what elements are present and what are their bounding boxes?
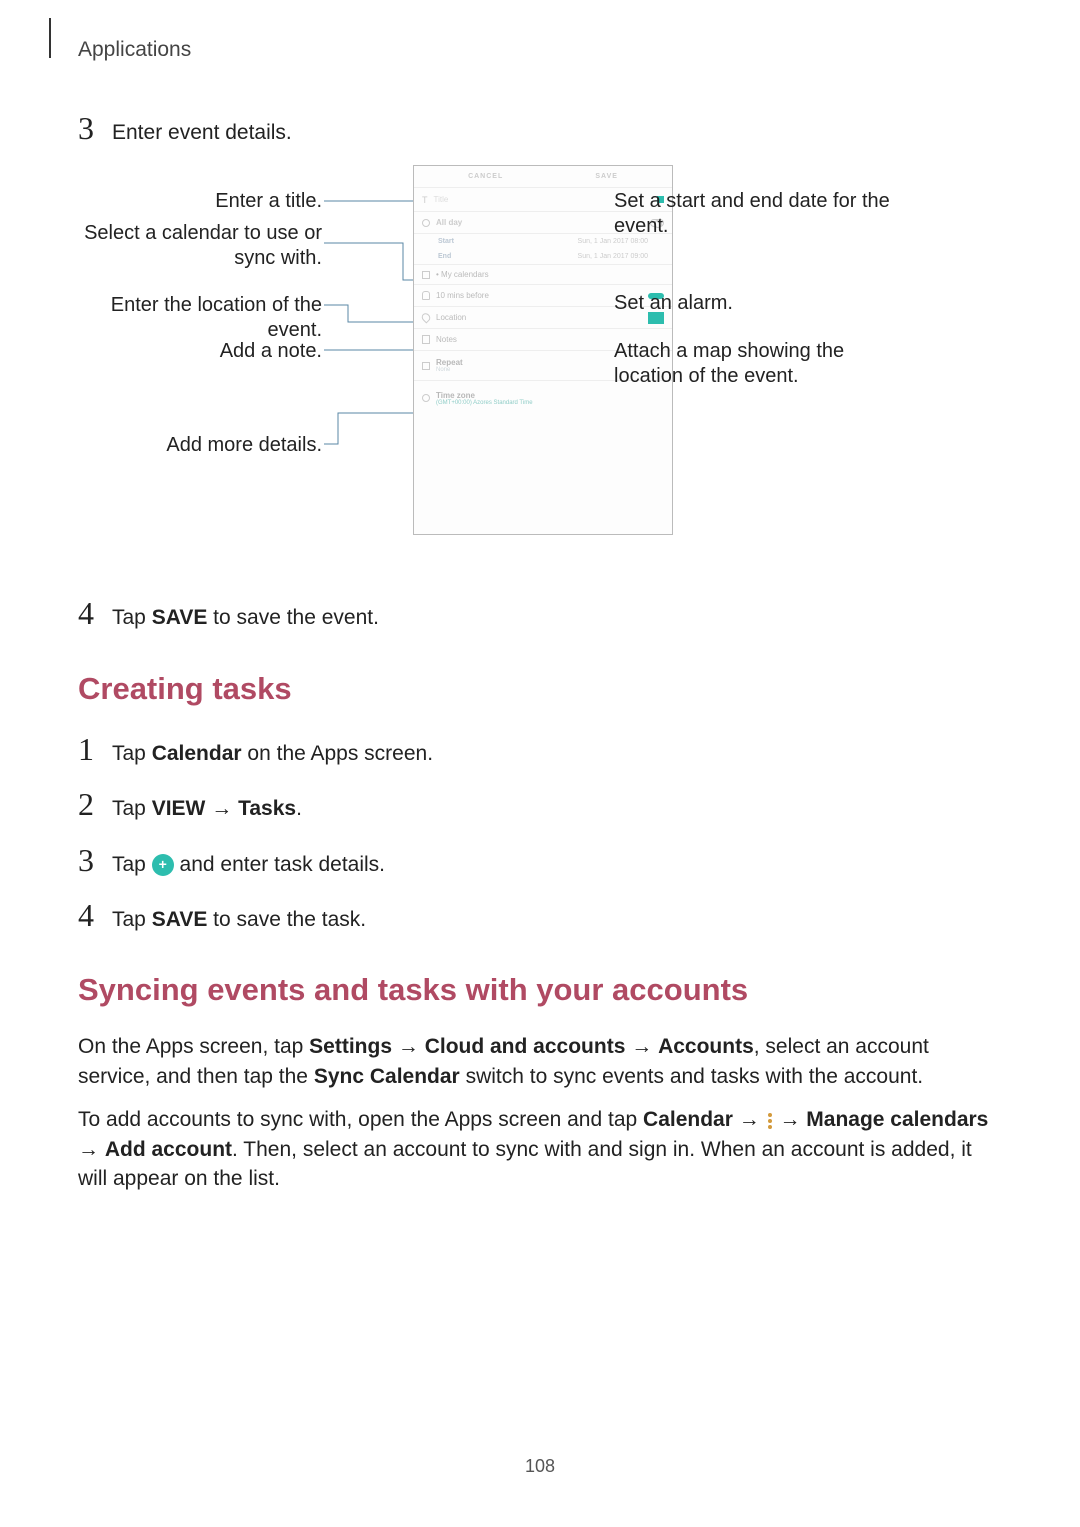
step-number: 1 [78,731,112,768]
plus-icon: + [152,854,174,876]
note-icon [422,335,430,344]
pin-icon [420,312,432,324]
end-label: End [438,253,451,260]
step-text: Tap SAVE to save the event. [112,603,379,632]
step-number: 3 [78,110,112,147]
page-number: 108 [525,1456,555,1477]
arrow-icon: → [398,1035,419,1058]
step-text: Tap + and enter task details. [112,850,385,879]
task-step-1: 1 Tap Calendar on the Apps screen. [78,731,1002,768]
title-placeholder: Title [434,195,449,204]
callout-more: Add more details. [78,433,322,458]
calendar-label: • My calendars [436,270,489,279]
arrow-icon: → [739,1108,760,1131]
timezone-icon [422,394,430,402]
heading-syncing: Syncing events and tasks with your accou… [78,972,1002,1008]
step-text: Enter event details. [112,118,292,147]
sync-paragraph-2: To add accounts to sync with, open the A… [78,1105,1002,1193]
header-section-label: Applications [78,38,191,62]
repeat-label-wrap: Repeat None [436,358,463,373]
phone-calendar-row: • My calendars [414,265,672,285]
step-text: Tap Calendar on the Apps screen. [112,739,433,768]
event-form-diagram: CANCEL SAVE T Title All day Start Sun, [78,165,1002,565]
task-step-4: 4 Tap SAVE to save the task. [78,897,1002,934]
step-text: Tap VIEW → Tasks. [112,794,302,823]
header-rule [49,18,51,58]
step-number: 3 [78,842,112,879]
callout-note: Add a note. [78,339,322,364]
callout-alarm: Set an alarm. [614,291,944,316]
clock-icon [422,219,430,227]
step-3: 3 Enter event details. [78,110,1002,147]
repeat-icon [422,362,430,370]
end-value: Sun, 1 Jan 2017 09:00 [578,253,648,260]
text-icon: T [422,195,428,205]
alarm-label: 10 mins before [436,291,489,300]
task-step-2: 2 Tap VIEW → Tasks. [78,786,1002,823]
step-number: 2 [78,786,112,823]
step-number: 4 [78,595,112,632]
bell-icon [422,291,430,300]
allday-label: All day [436,218,462,227]
callout-date: Set a start and end date for theevent. [614,189,944,239]
arrow-icon: → [78,1138,99,1161]
callout-location: Enter the location of the event. [78,293,322,343]
save-label: SAVE [595,173,618,180]
step-text: Tap SAVE to save the task. [112,905,366,934]
step-4: 4 Tap SAVE to save the event. [78,595,1002,632]
step-number: 4 [78,897,112,934]
note-placeholder: Notes [436,335,457,344]
arrow-icon: → [779,1108,800,1131]
start-label: Start [438,238,454,245]
more-options-icon [768,1113,772,1129]
task-step-3: 3 Tap + and enter task details. [78,842,1002,879]
sync-paragraph-1: On the Apps screen, tap Settings → Cloud… [78,1032,1002,1091]
start-value: Sun, 1 Jan 2017 08:00 [578,238,648,245]
arrow-icon: → [211,797,232,820]
callout-title: Enter a title. [78,189,322,214]
callout-map: Attach a map showing thelocation of the … [614,339,944,389]
location-placeholder: Location [436,313,466,322]
heading-creating-tasks: Creating tasks [78,671,1002,707]
cancel-label: CANCEL [468,173,503,180]
arrow-icon: → [631,1035,652,1058]
phone-top-bar: CANCEL SAVE [414,166,672,188]
callout-calendar: Select a calendar to use orsync with. [78,221,322,271]
timezone-label-wrap: Time zone (GMT+00:00) Azores Standard Ti… [436,391,533,406]
calendar-icon [422,271,430,279]
